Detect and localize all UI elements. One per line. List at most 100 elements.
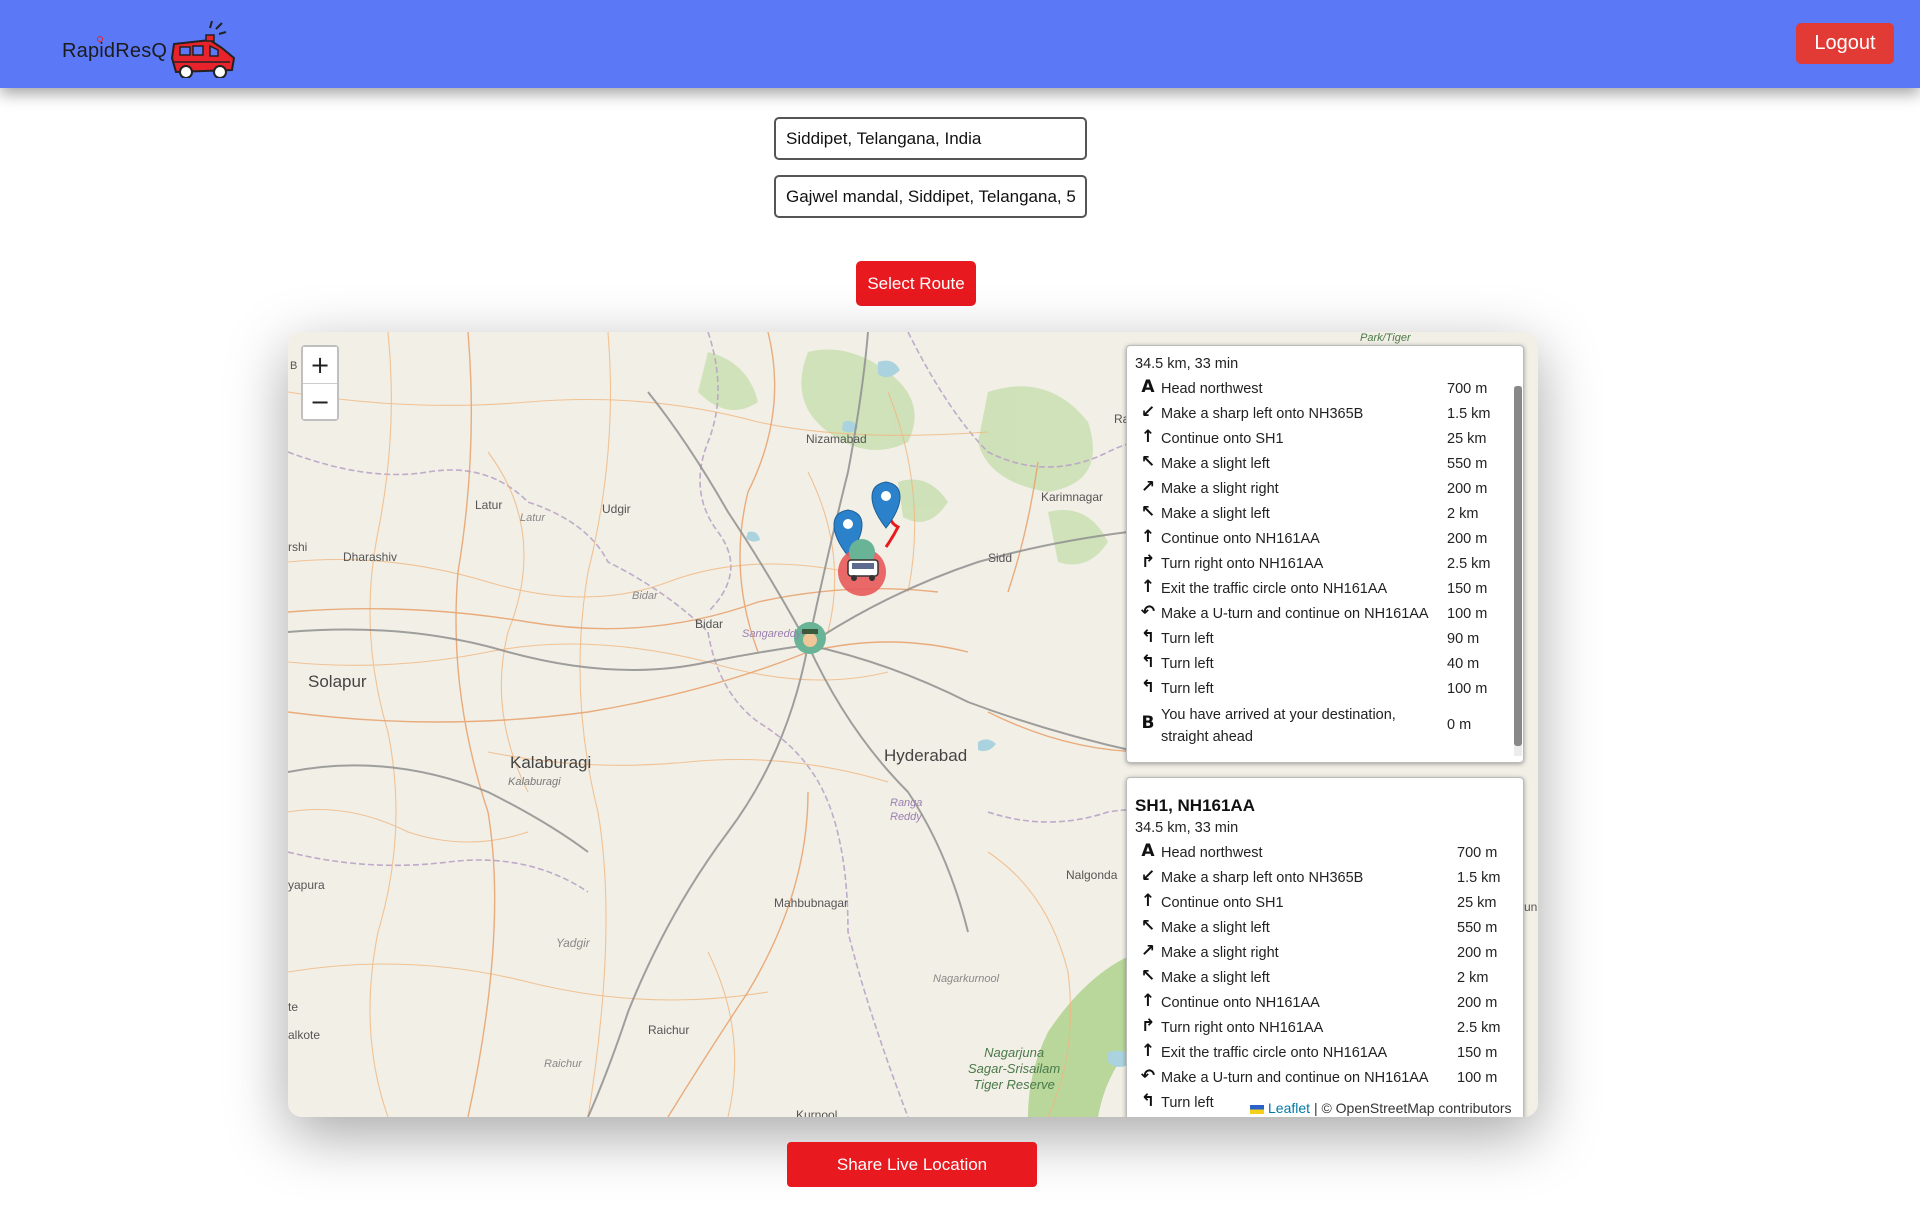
instruction-distance: 200 m (1447, 481, 1488, 497)
logo-text: RapidResQ (62, 40, 168, 62)
instruction-text: You have arrived at your destination, st… (1161, 707, 1396, 745)
destination-input[interactable] (774, 175, 1087, 218)
instruction-distance: 200 m (1447, 531, 1488, 547)
instruction-row[interactable]: ↖ Make a slight left 2 km (1135, 501, 1515, 526)
slight-right-icon: ↗ (1140, 477, 1156, 497)
instruction-distance: 200 m (1457, 995, 1498, 1011)
map-label-alkote: alkote (288, 1028, 321, 1042)
map-container[interactable]: + − Solapur Kalaburagi Kalaburagi Hydera… (288, 332, 1538, 1117)
map-label-hyderabad: Hyderabad (884, 746, 968, 765)
instruction-distance: 100 m (1447, 681, 1488, 697)
map-label-nizamabad: Nizamabad (806, 432, 867, 446)
map-label-yadgir: Yadgir (556, 936, 590, 950)
origin-input[interactable] (774, 117, 1087, 160)
instruction-distance: 700 m (1457, 845, 1498, 861)
instruction-text: Make a U-turn and continue on NH161AA (1161, 606, 1429, 622)
instruction-row[interactable]: ↖ Make a slight left 550 m (1135, 451, 1515, 476)
rapidresq-logo[interactable]: RapidResQ (60, 18, 240, 78)
map-label-latur-small: Latur (520, 512, 546, 524)
turn-left-icon: ↰ (1140, 652, 1156, 672)
instruction-text: Head northwest (1161, 845, 1263, 861)
instruction-row[interactable]: ↰ Turn left 90 m (1135, 626, 1515, 651)
instruction-distance: 700 m (1447, 381, 1488, 397)
depart-icon: A (1141, 377, 1155, 397)
instruction-row[interactable]: ↑ Continue onto SH1 25 km (1135, 426, 1515, 451)
instruction-distance: 90 m (1447, 631, 1480, 647)
instruction-row[interactable]: ↶ Make a U-turn and continue on NH161AA 10… (1135, 1065, 1515, 1090)
instruction-text: Continue onto SH1 (1161, 895, 1284, 911)
instruction-text: Make a sharp left onto NH365B (1161, 406, 1364, 422)
slight-right-icon: ↗ (1140, 941, 1156, 961)
route-summary: 34.5 km, 33 min (1135, 356, 1239, 372)
route-directions-panel[interactable]: 34.5 km, 33 min A Head northwest 700 m ↙ Ma… (1126, 345, 1524, 763)
instruction-distance: 150 m (1447, 581, 1488, 597)
map-label-sangareddy: Sangareddy (742, 628, 802, 640)
ambulance-icon (170, 20, 236, 78)
instruction-row[interactable]: ↖ Make a slight left 2 km (1135, 965, 1515, 990)
instruction-text: Continue onto NH161AA (1161, 531, 1320, 547)
instruction-text: Exit the traffic circle onto NH161AA (1161, 581, 1388, 597)
map-label-ranga-reddy: Ranga Reddy (890, 797, 923, 823)
map-label-kalaburagi: Kalaburagi (510, 753, 592, 772)
instruction-row[interactable]: ↰ Turn left 40 m (1135, 651, 1515, 676)
instruction-row[interactable]: A Head northwest 700 m (1135, 376, 1515, 401)
instruction-text: Exit the traffic circle onto NH161AA (1161, 1045, 1388, 1061)
instruction-row[interactable]: ↱ Turn right onto NH161AA 2.5 km (1135, 1015, 1515, 1040)
map-label-raichur-small: Raichur (544, 1058, 582, 1070)
instruction-distance: 550 m (1447, 456, 1488, 472)
route-summary: 34.5 km, 33 min (1135, 820, 1239, 836)
instruction-text: Make a slight left (1161, 970, 1270, 986)
slight-left-icon: ↖ (1140, 916, 1156, 936)
instruction-row[interactable]: ↑ Exit the traffic circle onto NH161AA 150… (1135, 1040, 1515, 1065)
instruction-distance: 0 m (1447, 717, 1472, 733)
instruction-distance: 100 m (1457, 1070, 1498, 1086)
map-attribution: Leaflet | © OpenStreetMap contributors (1246, 1100, 1516, 1117)
instruction-text: Make a slight left (1161, 506, 1270, 522)
instruction-row[interactable]: ↱ Turn right onto NH161AA 2.5 km (1135, 551, 1515, 576)
instruction-row[interactable]: ↗ Make a slight right 200 m (1135, 476, 1515, 501)
instruction-text: Turn left (1161, 656, 1214, 672)
map-label-mahbubnagar: Mahbubnagar (774, 896, 849, 910)
instruction-row[interactable]: B You have arrived at your destination, s… (1135, 702, 1515, 748)
straight-icon: ↑ (1140, 991, 1156, 1011)
instruction-row[interactable]: ↙ Make a sharp left onto NH365B 1.5 km (1135, 401, 1515, 426)
alternative-route-panel[interactable]: SH1, NH161AA 34.5 km, 33 min A Head north… (1126, 777, 1524, 1117)
instruction-row[interactable]: ↗ Make a slight right 200 m (1135, 940, 1515, 965)
sharp-left-icon: ↙ (1140, 866, 1156, 886)
instruction-row[interactable]: ↑ Exit the traffic circle onto NH161AA 150… (1135, 576, 1515, 601)
instruction-row[interactable]: ↰ Turn left 100 m (1135, 676, 1515, 701)
instruction-row[interactable]: ↑ Continue onto NH161AA 200 m (1135, 526, 1515, 551)
leaflet-link[interactable]: Leaflet (1268, 1100, 1310, 1116)
route-name: SH1, NH161AA (1135, 796, 1255, 815)
instruction-text: Make a U-turn and continue on NH161AA (1161, 1070, 1429, 1086)
turn-left-icon: ↰ (1140, 627, 1156, 647)
map-label-sidd: Sidd (988, 551, 1013, 565)
instruction-row[interactable]: ↑ Continue onto SH1 25 km (1135, 890, 1515, 915)
map-label-solapur: Solapur (308, 672, 367, 691)
instruction-row[interactable]: A Head northwest 700 m (1135, 840, 1515, 865)
zoom-in-button[interactable]: + (303, 347, 337, 383)
map-label-te: te (288, 1000, 299, 1014)
share-live-location-button[interactable]: Share Live Location (787, 1142, 1037, 1187)
instruction-text: Turn left (1161, 681, 1214, 697)
instruction-row[interactable]: ↶ Make a U-turn and continue on NH161AA 10… (1135, 601, 1515, 626)
logout-button[interactable]: Logout (1796, 23, 1894, 64)
map-label-kalaburagi-small: Kalaburagi (508, 776, 561, 788)
instruction-row[interactable]: ↑ Continue onto NH161AA 200 m (1135, 990, 1515, 1015)
map-label-karimnagar: Karimnagar (1041, 490, 1104, 504)
instruction-distance: 25 km (1447, 431, 1487, 447)
map-label-yapura: yapura (288, 878, 325, 892)
slight-left-icon: ↖ (1140, 452, 1156, 472)
instruction-row[interactable]: ↖ Make a slight left 550 m (1135, 915, 1515, 940)
instruction-distance: 2 km (1457, 970, 1489, 986)
app-header: RapidResQ Logout (0, 0, 1920, 88)
map-label-park-tiger: Park/Tiger (1360, 332, 1411, 344)
instruction-distance: 1.5 km (1457, 870, 1501, 886)
instruction-row[interactable]: ↙ Make a sharp left onto NH365B 1.5 km (1135, 865, 1515, 890)
zoom-out-button[interactable]: − (303, 383, 337, 419)
instruction-text: Turn left (1161, 631, 1214, 647)
osm-attribution-text: | © OpenStreetMap contributors (1313, 1100, 1512, 1116)
select-route-button[interactable]: Select Route (856, 261, 976, 306)
panel-scrollbar-thumb[interactable] (1514, 386, 1522, 746)
instruction-text: Make a slight left (1161, 456, 1270, 472)
